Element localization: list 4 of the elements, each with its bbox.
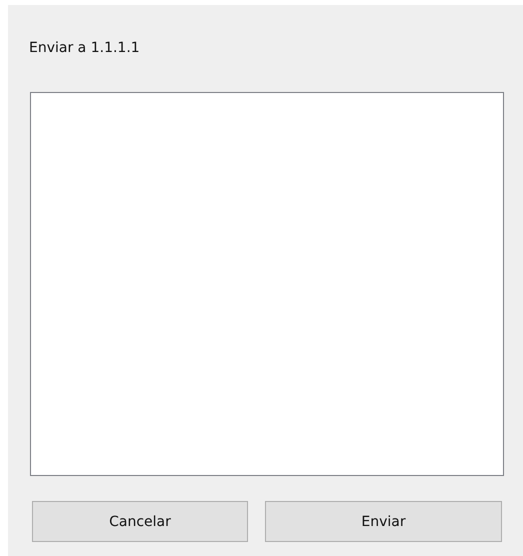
send-button[interactable]: Enviar bbox=[265, 501, 502, 542]
dialog-title: Enviar a 1.1.1.1 bbox=[29, 39, 141, 57]
message-field[interactable] bbox=[30, 92, 504, 476]
cancel-button[interactable]: Cancelar bbox=[32, 501, 248, 542]
